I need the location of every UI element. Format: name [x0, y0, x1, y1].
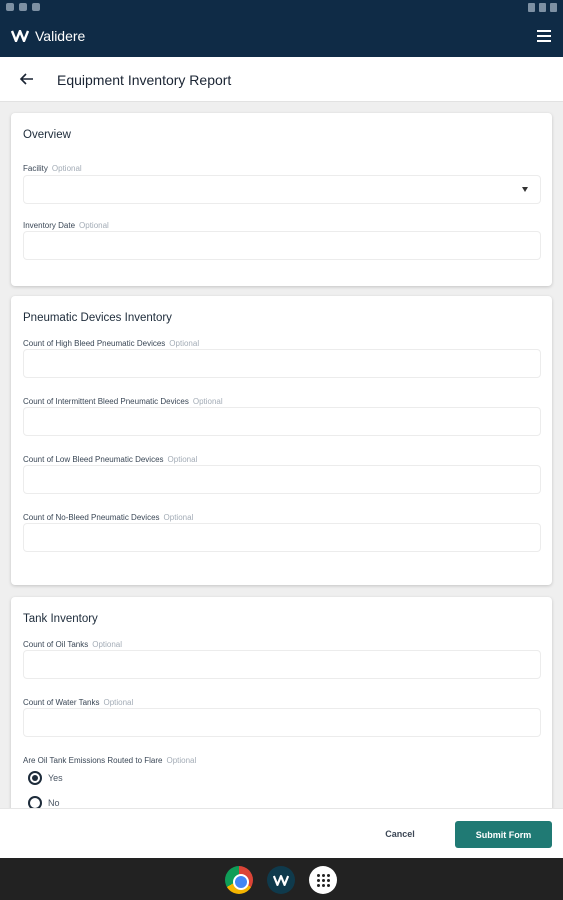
- flare-option-no[interactable]: No: [28, 796, 60, 808]
- signal-icon: [539, 3, 546, 12]
- system-status-bar: [0, 0, 563, 16]
- status-right-icons: [528, 3, 557, 12]
- arrow-left-icon[interactable]: [18, 70, 36, 88]
- high-bleed-label: Count of High Bleed Pneumatic Devices Opt…: [23, 339, 200, 348]
- hamburger-menu-icon[interactable]: [537, 30, 551, 42]
- intermittent-bleed-count-field[interactable]: [23, 407, 541, 436]
- water-tanks-count-field[interactable]: [23, 708, 541, 737]
- no-bleed-count-field[interactable]: [23, 523, 541, 552]
- flare-routing-label: Are Oil Tank Emissions Routed to Flare Op…: [23, 756, 197, 765]
- notification-icon: [6, 3, 14, 11]
- facility-label: Facility Optional: [23, 164, 82, 173]
- facility-select[interactable]: [23, 175, 541, 204]
- system-navigation-bar: [0, 858, 563, 900]
- radio-label: Yes: [48, 773, 63, 783]
- app-bar: Validere: [0, 16, 563, 57]
- notification-icon: [32, 3, 40, 11]
- radio-label: No: [48, 798, 60, 808]
- pneumatic-devices-card: Pneumatic Devices Inventory Count of Hig…: [11, 296, 552, 585]
- submit-form-button[interactable]: Submit Form: [455, 821, 552, 848]
- brand-name: Validere: [35, 28, 86, 44]
- section-title: Pneumatic Devices Inventory: [23, 312, 172, 324]
- inventory-date-label: Inventory Date Optional: [23, 221, 109, 230]
- low-bleed-label: Count of Low Bleed Pneumatic Devices Opti…: [23, 455, 198, 464]
- app-launcher-icon[interactable]: [309, 866, 337, 894]
- intermittent-bleed-label: Count of Intermittent Bleed Pneumatic De…: [23, 397, 223, 406]
- radio-unselected-icon[interactable]: [28, 796, 42, 808]
- page-title: Equipment Inventory Report: [57, 72, 232, 88]
- status-left-icons: [6, 3, 40, 11]
- water-tanks-label: Count of Water Tanks Optional: [23, 698, 134, 707]
- overview-card: Overview Facility Optional Inventory Date…: [11, 113, 552, 286]
- inventory-date-field[interactable]: [23, 231, 541, 260]
- brand-logo[interactable]: Validere: [11, 28, 85, 44]
- validere-app-icon[interactable]: [267, 866, 295, 894]
- tank-inventory-card: Tank Inventory Count of Oil Tanks Optiona…: [11, 597, 552, 808]
- caret-down-icon: [522, 187, 528, 192]
- validere-logo-icon: [11, 30, 29, 42]
- app-dock: [225, 866, 337, 894]
- form-content[interactable]: Overview Facility Optional Inventory Date…: [0, 103, 563, 808]
- oil-tanks-label: Count of Oil Tanks Optional: [23, 640, 123, 649]
- low-bleed-count-field[interactable]: [23, 465, 541, 494]
- battery-icon: [550, 3, 557, 12]
- wifi-icon: [528, 3, 535, 12]
- no-bleed-label: Count of No-Bleed Pneumatic Devices Optio…: [23, 513, 194, 522]
- page-header: Equipment Inventory Report: [0, 57, 563, 102]
- form-footer: Cancel Submit Form: [0, 808, 563, 858]
- notification-icon: [19, 3, 27, 11]
- section-title: Tank Inventory: [23, 613, 98, 625]
- chrome-app-icon[interactable]: [225, 866, 253, 894]
- oil-tanks-count-field[interactable]: [23, 650, 541, 679]
- section-title: Overview: [23, 129, 71, 141]
- flare-option-yes[interactable]: Yes: [28, 771, 63, 785]
- cancel-button[interactable]: Cancel: [370, 822, 430, 846]
- radio-selected-icon[interactable]: [28, 771, 42, 785]
- high-bleed-count-field[interactable]: [23, 349, 541, 378]
